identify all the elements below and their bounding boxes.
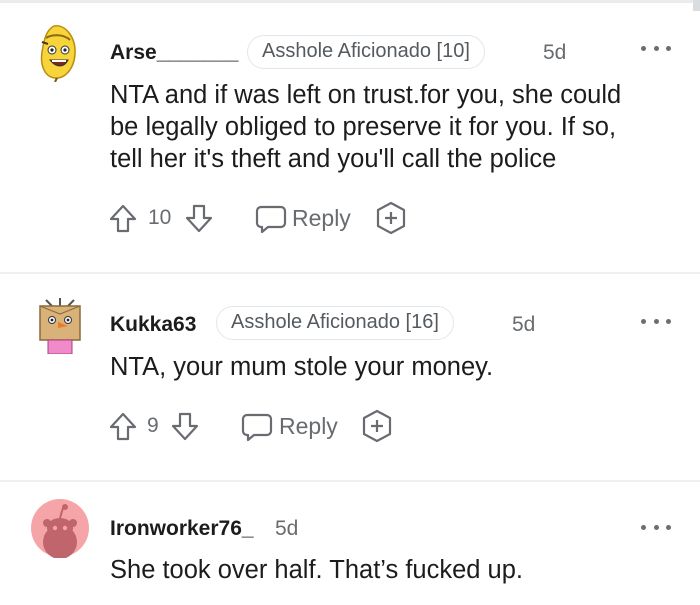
user-flair: Asshole Aficionado [16]	[216, 306, 454, 340]
banana-avatar-icon	[40, 25, 76, 83]
downvote-button[interactable]	[170, 408, 200, 444]
avatar-box[interactable]	[34, 294, 86, 355]
comment-line: She took over half. That’s fucked up.	[110, 556, 523, 584]
downvote-button[interactable]	[184, 200, 214, 236]
comment-actions: 9 Reply	[108, 408, 408, 444]
comment-line: tell her it's theft and you'll call the …	[110, 145, 557, 173]
comment-body: She took over half. That’s fucked up.	[110, 554, 523, 586]
avatar-banana[interactable]	[30, 22, 86, 83]
reply-label: Reply	[279, 413, 338, 439]
upvote-icon	[109, 412, 137, 441]
comment-line: NTA, your mum stole your money.	[110, 353, 494, 381]
reply-button[interactable]: Reply	[254, 200, 364, 236]
award-plus-icon	[376, 201, 406, 235]
comment-3: Ironworker76_ 5d She took over half. Tha…	[0, 482, 700, 605]
upvote-button[interactable]	[108, 200, 138, 236]
avatar-snoo[interactable]	[30, 498, 90, 559]
comment-username[interactable]: Kukka63	[110, 313, 196, 337]
comment-actions: 10 Reply	[108, 200, 428, 236]
award-button[interactable]	[374, 200, 408, 236]
box-avatar-icon	[39, 298, 81, 355]
comment-line: NTA and if was left on trust.for you, sh…	[110, 81, 622, 109]
comment-1: Arse_______ Asshole Aficionado [10] 5d N…	[0, 0, 700, 272]
reply-bubble-icon	[255, 205, 287, 234]
comment-body: NTA and if was left on trust.for you, sh…	[110, 79, 621, 175]
comment-age: 5d	[512, 313, 536, 336]
comment-line: be legally obliged to preserve it for yo…	[110, 113, 617, 141]
reply-bubble-icon	[241, 413, 273, 442]
comment-username[interactable]: Arse_______	[110, 41, 238, 65]
vote-count: 10	[148, 206, 172, 229]
award-button[interactable]	[360, 408, 394, 444]
user-flair: Asshole Aficionado [10]	[247, 35, 485, 69]
vote-count: 9	[147, 414, 159, 437]
comment-age: 5d	[275, 517, 299, 540]
default-snoo-avatar-icon	[31, 499, 89, 559]
award-plus-icon	[362, 409, 392, 443]
downvote-icon	[185, 204, 213, 233]
comment-age: 5d	[543, 41, 567, 64]
comment-2: Kukka63 Asshole Aficionado [16] 5d NTA, …	[0, 274, 700, 480]
more-options-icon[interactable]	[641, 314, 671, 328]
more-options-icon[interactable]	[641, 41, 671, 55]
reply-button[interactable]: Reply	[240, 408, 350, 444]
comment-body: NTA, your mum stole your money.	[110, 351, 493, 383]
reply-label: Reply	[292, 205, 351, 231]
upvote-icon	[109, 204, 137, 233]
upvote-button[interactable]	[108, 408, 138, 444]
comment-username[interactable]: Ironworker76_	[110, 517, 254, 541]
more-options-icon[interactable]	[641, 520, 671, 534]
downvote-icon	[171, 412, 199, 441]
